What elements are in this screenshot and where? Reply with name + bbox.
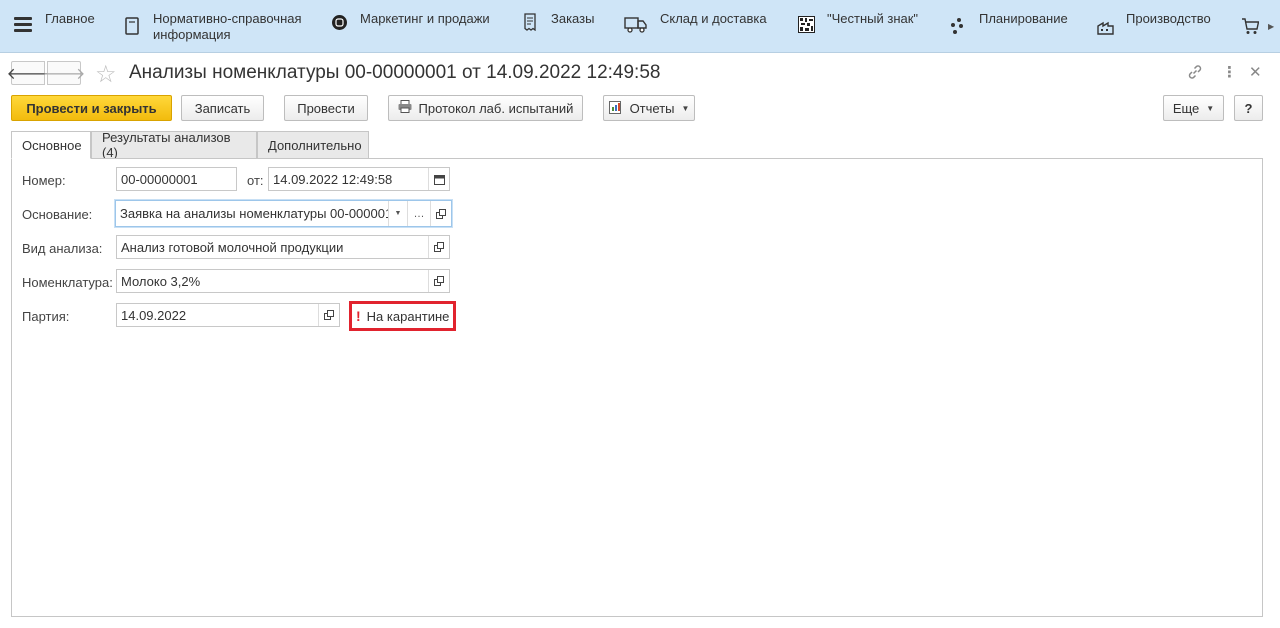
- menu-item-label: Производство: [1126, 11, 1211, 26]
- date-from-label: от:: [247, 173, 264, 188]
- menu-item-cart[interactable]: [1241, 17, 1271, 35]
- menu-item-label: Склад и доставка: [660, 11, 767, 26]
- post-button[interactable]: Провести: [284, 95, 368, 121]
- date-value: 14.09.2022 12:49:58: [273, 171, 393, 187]
- warning-icon: !: [356, 308, 361, 324]
- quarantine-label: На карантине: [366, 308, 450, 324]
- tab-main[interactable]: Основное: [11, 131, 91, 159]
- qr-code-icon: [797, 15, 815, 33]
- quarantine-badge: ! На карантине: [349, 301, 456, 331]
- button-label: Еще: [1172, 100, 1200, 116]
- open-form-icon[interactable]: [428, 270, 449, 292]
- nomenclature-value: Молоко 3,2%: [121, 273, 201, 289]
- basis-value: Заявка на анализы номенклатуры 00-000001: [120, 206, 388, 221]
- dropdown-icon[interactable]: ▼: [388, 201, 407, 226]
- menu-item-planning[interactable]: Планирование: [949, 11, 1068, 35]
- menu-item-orders[interactable]: Заказы: [521, 11, 594, 31]
- batch-label: Партия:: [22, 309, 70, 324]
- arrow-right-icon: 🡒: [42, 65, 86, 83]
- more-vertical-icon[interactable]: ⋮: [1222, 63, 1237, 81]
- nomenclature-field[interactable]: Молоко 3,2%: [116, 269, 450, 293]
- analysis-type-value: Анализ готовой молочной продукции: [121, 239, 344, 255]
- basis-field[interactable]: Заявка на анализы номенклатуры 00-000001…: [115, 200, 452, 227]
- back-button[interactable]: 🡐: [7, 61, 49, 85]
- planning-icon: [949, 17, 967, 35]
- number-field[interactable]: 00-00000001: [116, 167, 237, 191]
- menu-item-production[interactable]: Производство: [1096, 11, 1211, 35]
- favorite-star-icon[interactable]: ☆: [95, 60, 117, 89]
- menu-item-label: Главное: [45, 11, 95, 26]
- button-label: Провести и закрыть: [26, 100, 157, 116]
- scroll-right-icon[interactable]: ▶: [1268, 22, 1274, 31]
- batch-field[interactable]: 14.09.2022: [116, 303, 340, 327]
- menu-item-honest-sign[interactable]: "Честный знак": [797, 11, 918, 33]
- select-ellipsis-icon[interactable]: …: [407, 201, 430, 226]
- page-title: Анализы номенклатуры 00-00000001 от 14.0…: [129, 62, 661, 83]
- tab-analysis-results[interactable]: Результаты анализов (4): [91, 130, 257, 160]
- reports-button[interactable]: Отчеты ▼: [603, 95, 695, 121]
- caret-down-icon: ▼: [1206, 103, 1215, 113]
- top-menu-bar: Главное Нормативно-справочная информация…: [0, 0, 1280, 53]
- batch-value: 14.09.2022: [121, 307, 187, 323]
- button-label: Записать: [194, 100, 251, 116]
- truck-icon: [624, 15, 648, 33]
- button-label: Провести: [297, 100, 355, 116]
- close-icon[interactable]: ✕: [1249, 63, 1262, 81]
- menu-item-label: Заказы: [551, 11, 595, 26]
- button-label: Отчеты: [629, 100, 675, 116]
- open-form-icon[interactable]: [318, 304, 339, 326]
- marketing-icon: [330, 13, 348, 31]
- save-button[interactable]: Записать: [181, 95, 264, 121]
- open-form-icon[interactable]: [430, 201, 451, 226]
- menu-item-label: Маркетинг и продажи: [360, 11, 490, 26]
- orders-icon: [521, 13, 539, 31]
- menu-item-main[interactable]: Главное: [45, 11, 95, 27]
- factory-icon: [1096, 17, 1114, 35]
- menu-item-warehouse[interactable]: Склад и доставка: [624, 11, 767, 33]
- analysis-type-label: Вид анализа:: [22, 241, 103, 256]
- cart-icon: [1241, 17, 1259, 35]
- tab-label: Основное: [22, 137, 82, 153]
- more-button[interactable]: Еще ▼: [1163, 95, 1224, 121]
- menu-item-reference[interactable]: Нормативно-справочная информация: [123, 11, 302, 43]
- tab-label: Дополнительно: [268, 137, 362, 153]
- menu-item-marketing[interactable]: Маркетинг и продажи: [330, 11, 490, 31]
- number-value: 00-00000001: [121, 171, 198, 187]
- analysis-type-field[interactable]: Анализ готовой молочной продукции: [116, 235, 450, 259]
- lab-protocol-button[interactable]: Протокол лаб. испытаний: [388, 95, 583, 121]
- basis-label: Основание:: [22, 207, 93, 222]
- printer-icon: [398, 100, 412, 116]
- menu-item-label: "Честный знак": [827, 11, 919, 26]
- nomenclature-label: Номенклатура:: [22, 275, 113, 290]
- report-icon: [608, 100, 623, 117]
- button-label: ?: [1244, 100, 1253, 116]
- help-button[interactable]: ?: [1234, 95, 1263, 121]
- forward-button[interactable]: 🡒: [43, 61, 85, 85]
- menu-item-label: Нормативно-справочная информация: [153, 11, 302, 42]
- caret-down-icon: ▼: [681, 103, 690, 113]
- tab-label: Результаты анализов (4): [102, 130, 231, 160]
- calendar-icon[interactable]: [428, 168, 449, 190]
- hamburger-icon[interactable]: [14, 17, 32, 33]
- link-icon[interactable]: [1187, 64, 1203, 84]
- number-label: Номер:: [22, 173, 66, 188]
- button-label: Протокол лаб. испытаний: [418, 100, 574, 116]
- date-field[interactable]: 14.09.2022 12:49:58: [268, 167, 450, 191]
- book-icon: [123, 17, 141, 35]
- tab-additional[interactable]: Дополнительно: [257, 131, 369, 159]
- open-form-icon[interactable]: [428, 236, 449, 258]
- menu-item-label: Планирование: [979, 11, 1068, 26]
- post-and-close-button[interactable]: Провести и закрыть: [11, 95, 172, 121]
